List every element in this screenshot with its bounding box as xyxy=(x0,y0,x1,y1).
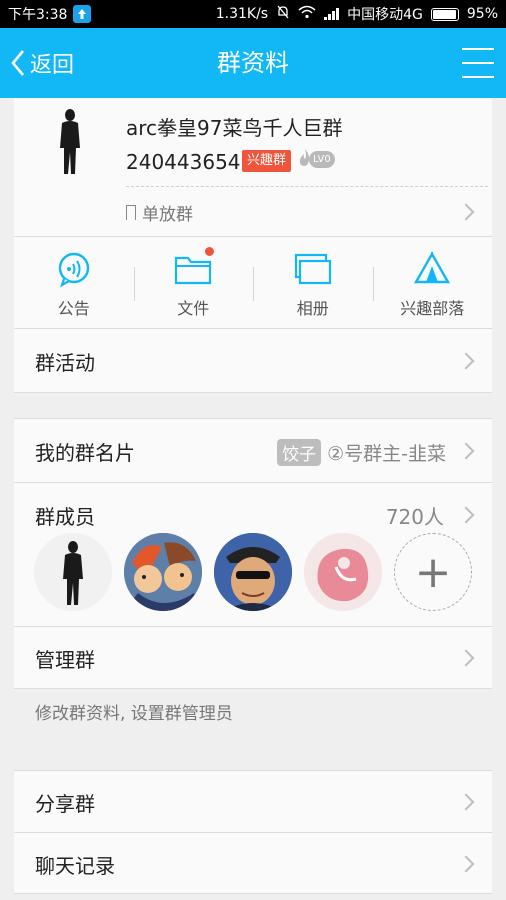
row-chat-history[interactable]: 聊天记录 xyxy=(14,832,492,894)
group-header: arc拳皇97菜鸟千人巨群 240443654 兴趣群 LV0 单放群 xyxy=(14,98,492,236)
nickname-value: 饺子 ②号群主-韭菜 xyxy=(277,439,446,466)
level-label: LV0 xyxy=(309,151,335,168)
album-icon xyxy=(294,251,332,287)
chevron-right-icon xyxy=(457,793,475,811)
shortcut-files[interactable]: 文件 xyxy=(133,237,254,328)
group-tag[interactable]: 单放群 xyxy=(126,200,193,225)
divider xyxy=(126,186,488,187)
chevron-left-icon xyxy=(11,50,24,76)
shortcut-tribe[interactable]: 兴趣部落 xyxy=(372,237,493,328)
group-name: arc拳皇97菜鸟千人巨群 xyxy=(126,116,343,140)
level-badge: LV0 xyxy=(297,148,335,168)
shortcut-label: 相册 xyxy=(296,299,329,318)
row-share-group[interactable]: 分享群 xyxy=(14,770,492,832)
chevron-right-icon xyxy=(457,649,475,667)
member-avatar[interactable] xyxy=(34,533,112,611)
signal-icon xyxy=(324,8,340,20)
group-avatar[interactable] xyxy=(50,108,90,176)
group-id: 240443654 xyxy=(126,150,241,174)
row-label: 聊天记录 xyxy=(35,854,115,878)
member-avatar[interactable] xyxy=(214,533,292,611)
row-label: 分享群 xyxy=(35,792,95,816)
status-bar: 下午3:38 1.31K/s 中国移动4G 95% xyxy=(0,0,506,28)
member-avatars: + xyxy=(34,533,472,611)
folder-icon xyxy=(174,247,215,287)
shortcut-label: 公告 xyxy=(57,299,90,318)
back-label: 返回 xyxy=(30,53,75,78)
wifi-icon xyxy=(298,5,316,23)
chevron-right-icon xyxy=(457,442,475,460)
shortcut-label: 兴趣部落 xyxy=(400,299,465,318)
shortcut-announcement[interactable]: 公告 xyxy=(14,237,134,328)
members-count: 720人 xyxy=(385,505,444,529)
nickname-chip: 饺子 xyxy=(277,439,322,466)
title-bar: 返回 群资料 xyxy=(0,28,506,98)
carrier: 中国移动4G xyxy=(347,7,423,23)
shortcut-album[interactable]: 相册 xyxy=(253,237,373,328)
announcement-icon xyxy=(55,251,93,287)
status-time: 下午3:38 xyxy=(8,7,68,23)
row-label: 管理群 xyxy=(35,648,95,672)
row-my-nickname[interactable]: 我的群名片 饺子 ②号群主-韭菜 xyxy=(14,418,492,482)
chevron-right-icon xyxy=(457,855,475,873)
group-tag-label: 单放群 xyxy=(142,205,193,225)
new-indicator xyxy=(205,247,215,256)
row-group-activity[interactable]: 群活动 xyxy=(14,328,492,392)
divider xyxy=(14,392,492,393)
tribe-icon xyxy=(413,251,451,287)
member-avatar[interactable] xyxy=(304,533,382,611)
chevron-right-icon xyxy=(457,352,475,370)
upload-icon xyxy=(73,5,92,23)
battery-percent: 95% xyxy=(466,6,498,22)
row-manage-group[interactable]: 管理群 xyxy=(14,626,492,688)
mute-icon xyxy=(276,5,290,23)
bookmark-icon xyxy=(126,205,136,220)
row-label: 群活动 xyxy=(35,351,95,375)
back-button[interactable]: 返回 xyxy=(10,28,74,98)
category-badge: 兴趣群 xyxy=(242,150,292,172)
chevron-right-icon xyxy=(457,203,475,221)
row-label: 群成员 xyxy=(35,505,95,529)
page-title: 群资料 xyxy=(217,49,289,77)
net-speed: 1.31K/s xyxy=(215,6,269,22)
add-member-button[interactable]: + xyxy=(394,533,472,611)
menu-icon[interactable] xyxy=(462,48,494,78)
chevron-right-icon xyxy=(457,506,475,524)
member-avatar[interactable] xyxy=(124,533,202,611)
battery-icon xyxy=(430,7,459,21)
row-label: 我的群名片 xyxy=(35,441,135,465)
nickname-text: ②号群主-韭菜 xyxy=(327,443,446,465)
shortcut-label: 文件 xyxy=(177,299,210,318)
manage-description: 修改群资料, 设置群管理员 xyxy=(35,704,233,724)
row-group-members[interactable]: 群成员 720人 + xyxy=(14,482,492,626)
shortcut-bar: 公告 文件 相册 兴趣部落 xyxy=(14,236,492,328)
plus-icon: + xyxy=(414,546,452,598)
